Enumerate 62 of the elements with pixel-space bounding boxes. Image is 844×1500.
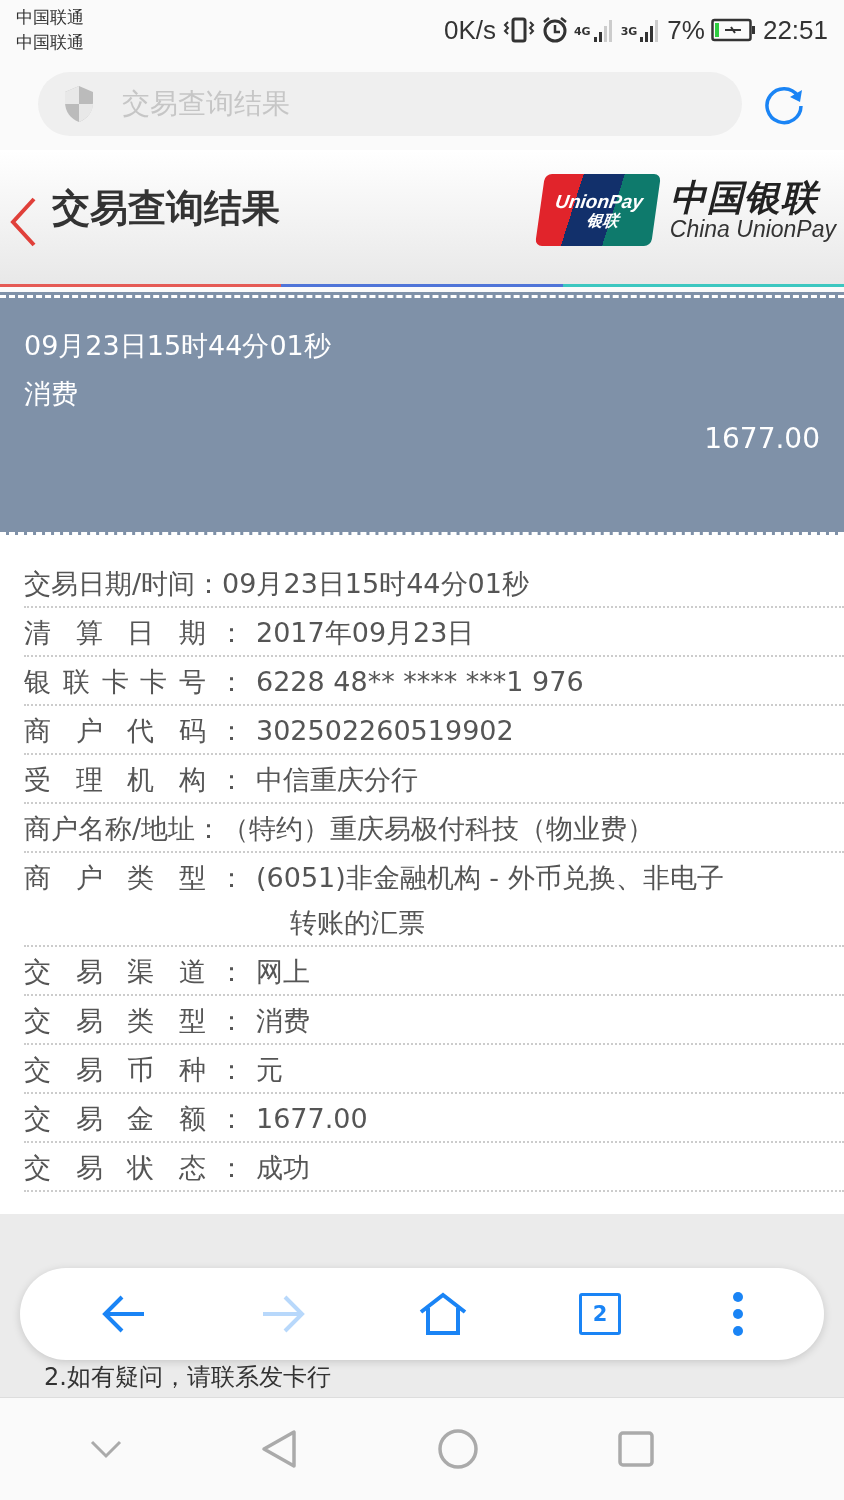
field-colon: ： xyxy=(216,763,246,796)
field-colon: ： xyxy=(216,861,246,894)
transaction-type: 消费 xyxy=(24,377,78,411)
clock-time: 22:51 xyxy=(762,14,828,46)
network-type: 3G xyxy=(620,24,638,38)
field-value: 中信重庆分行 xyxy=(256,763,418,796)
back-icon[interactable] xyxy=(8,196,38,248)
field-label: 清算日期 xyxy=(24,616,206,649)
home-icon[interactable] xyxy=(418,1292,468,1336)
carrier-name: 中国联通 xyxy=(16,6,84,29)
field-value: (6051)非金融机构 - 外币兑换、非电子 xyxy=(256,861,724,894)
field-value: 网上 xyxy=(256,955,310,988)
battery-charging-icon xyxy=(710,18,757,42)
field-colon: ： xyxy=(216,1151,246,1184)
field-label: 交易状态 xyxy=(24,1151,206,1184)
field-value: （特约）重庆易极付科技（物业费） xyxy=(222,812,655,845)
field-colon: ： xyxy=(216,1053,246,1086)
field-colon: ： xyxy=(216,1102,246,1135)
shield-icon xyxy=(62,84,96,124)
back-triangle-icon[interactable] xyxy=(261,1429,298,1469)
field-value: 消费 xyxy=(256,1004,310,1037)
field-colon: ： xyxy=(216,665,246,698)
field-value: 09月23日15时44分01秒 xyxy=(222,567,529,600)
field-label: 交易币种 xyxy=(24,1053,206,1086)
carrier-name: 中国联通 xyxy=(16,31,84,54)
field-label: 交易金额 xyxy=(24,1102,206,1135)
logo-chinese-text: 中国银联 xyxy=(669,179,836,217)
field-label: 银联卡卡号 xyxy=(24,665,206,698)
field-value: 转账的汇票 xyxy=(289,906,426,939)
field-colon: ： xyxy=(216,714,246,747)
transaction-amount: 1677.00 xyxy=(704,422,820,455)
field-label: 商户名称/地址： xyxy=(24,812,223,845)
home-circle-icon[interactable] xyxy=(436,1428,479,1470)
field-label: 商户类型 xyxy=(24,861,206,894)
field-label: 受理机构 xyxy=(24,763,206,796)
field-colon: ： xyxy=(216,1004,246,1037)
field-label: 交易渠道 xyxy=(24,955,206,988)
vibrate-icon xyxy=(501,16,536,44)
field-value: 元 xyxy=(256,1053,283,1086)
field-label: 商户代码 xyxy=(24,714,206,747)
field-colon: ： xyxy=(216,955,246,988)
logo-english-text: China UnionPay xyxy=(669,216,836,241)
network-speed: 0K/s xyxy=(443,14,496,46)
field-colon: ： xyxy=(216,616,246,649)
field-value: 6228 48** **** ***1 976 xyxy=(256,665,584,698)
field-value: 2017年09月23日 xyxy=(256,616,475,649)
alarm-icon xyxy=(541,16,568,44)
field-value: 成功 xyxy=(256,1151,310,1184)
signal-icon xyxy=(592,17,615,43)
tip-text: 2.如有疑问，请联系发卡行 xyxy=(44,1362,332,1393)
page-title: 交易查询结果 xyxy=(52,184,281,232)
field-value: 1677.00 xyxy=(256,1102,368,1135)
network-type: 4G xyxy=(573,24,591,38)
recents-square-icon[interactable] xyxy=(618,1431,655,1467)
chevron-down-icon[interactable] xyxy=(89,1439,122,1459)
field-label: 交易类型 xyxy=(24,1004,206,1037)
battery-percent: 7% xyxy=(667,14,705,46)
more-icon[interactable] xyxy=(732,1292,744,1336)
transaction-time: 09月23日15时44分01秒 xyxy=(24,329,332,363)
tabs-button[interactable]: 2 xyxy=(579,1293,621,1335)
field-label: 交易日期/时间： xyxy=(24,567,223,600)
field-value: 302502260519902 xyxy=(256,714,514,747)
